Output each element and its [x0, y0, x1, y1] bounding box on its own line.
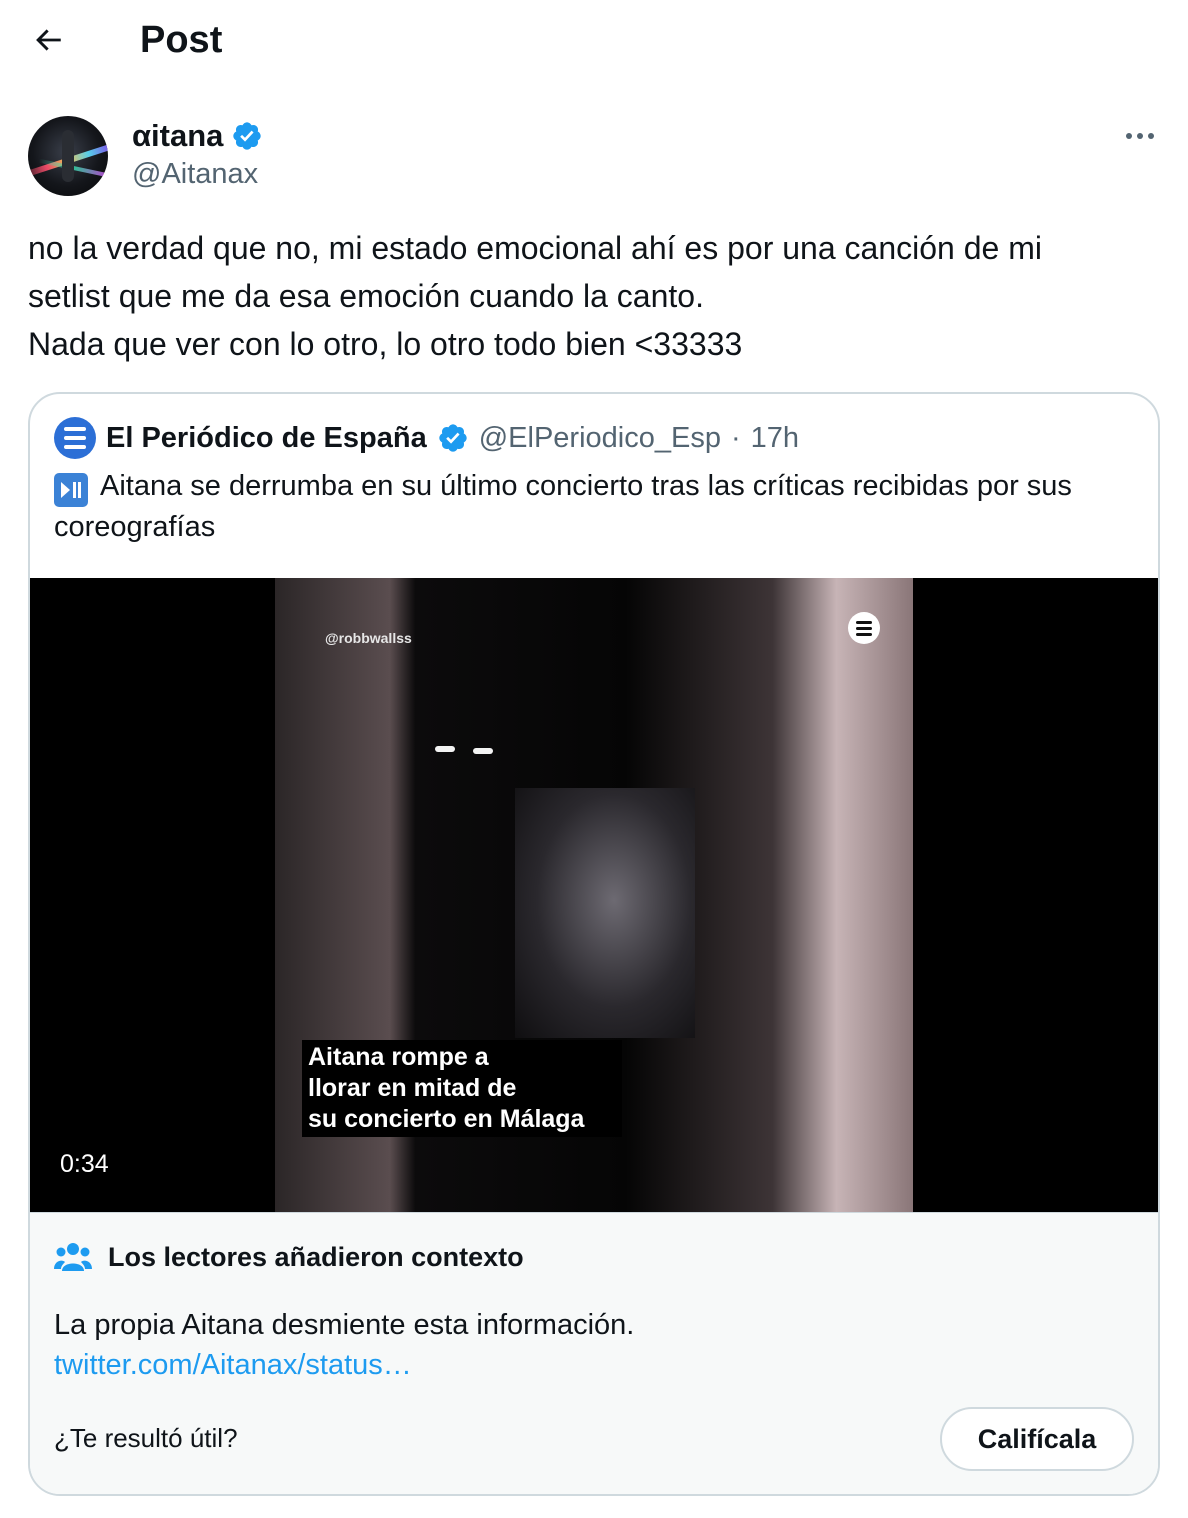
tweet-line: no la verdad que no, mi estado emocional… [28, 230, 1042, 266]
quoted-text-content: Aitana se derrumba en su último conciert… [54, 470, 1072, 543]
tweet-line: setlist que me da esa emoción cuando la … [28, 278, 704, 314]
community-note-title: Los lectores añadieron contexto [108, 1241, 524, 1272]
community-note-header: Los lectores añadieron contexto [54, 1241, 524, 1273]
quoted-author-name[interactable]: El Periódico de España [106, 422, 427, 455]
more-icon [1126, 133, 1132, 139]
more-button[interactable] [1120, 116, 1160, 156]
periodico-logo-icon[interactable] [54, 417, 96, 459]
caption-line: su concierto en Málaga [308, 1105, 585, 1133]
back-button[interactable] [24, 16, 72, 64]
author-name-row: αitana [132, 116, 263, 156]
tweet-text: no la verdad que no, mi estado emocional… [28, 224, 1158, 368]
video-duration: 0:34 [60, 1150, 109, 1178]
video-watermark: @robbwallss [325, 630, 412, 646]
verified-badge-icon [233, 122, 262, 150]
back-arrow-icon [36, 29, 61, 51]
caption-line: llorar en mitad de [308, 1074, 517, 1102]
quoted-post-text: Aitana se derrumba en su último conciert… [54, 466, 1134, 547]
community-note-link[interactable]: twitter.com/Aitanax/status… [54, 1345, 412, 1385]
video-logo-icon [848, 612, 880, 644]
quoted-post[interactable]: El Periódico de España @ElPeriodico_Esp … [28, 392, 1160, 1496]
page-title: Post [140, 19, 223, 61]
rate-button[interactable]: Califícala [940, 1407, 1134, 1471]
community-note-body: La propia Aitana desmiente esta informac… [54, 1309, 635, 1341]
verified-badge-icon [439, 424, 467, 452]
author-handle[interactable]: @Aitanax [132, 158, 258, 191]
tweet-line: Nada que ver con lo otro, lo otro todo b… [28, 326, 743, 362]
quoted-author-handle: @ElPeriodico_Esp [478, 421, 721, 454]
separator: · [730, 421, 741, 454]
play-pause-icon [54, 473, 88, 507]
video-player[interactable]: @robbwallss Aitana rompe a llorar en mit… [30, 578, 1158, 1212]
post-time[interactable]: 17h [751, 422, 799, 455]
singer-screen [515, 788, 695, 1038]
top-bar: Post [0, 0, 1188, 80]
video-caption: Aitana rompe a llorar en mitad de su con… [302, 1040, 622, 1137]
people-icon [54, 1243, 92, 1271]
post-author: αitana @Aitanax [28, 116, 1160, 198]
community-note: Los lectores añadieron contexto La propi… [30, 1212, 1158, 1494]
caption-line: Aitana rompe a [308, 1043, 489, 1071]
helpful-question: ¿Te resultó útil? [54, 1423, 238, 1453]
avatar[interactable] [28, 116, 108, 196]
quoted-post-header: El Periódico de España @ElPeriodico_Esp … [54, 416, 799, 460]
author-name[interactable]: αitana [132, 118, 223, 154]
